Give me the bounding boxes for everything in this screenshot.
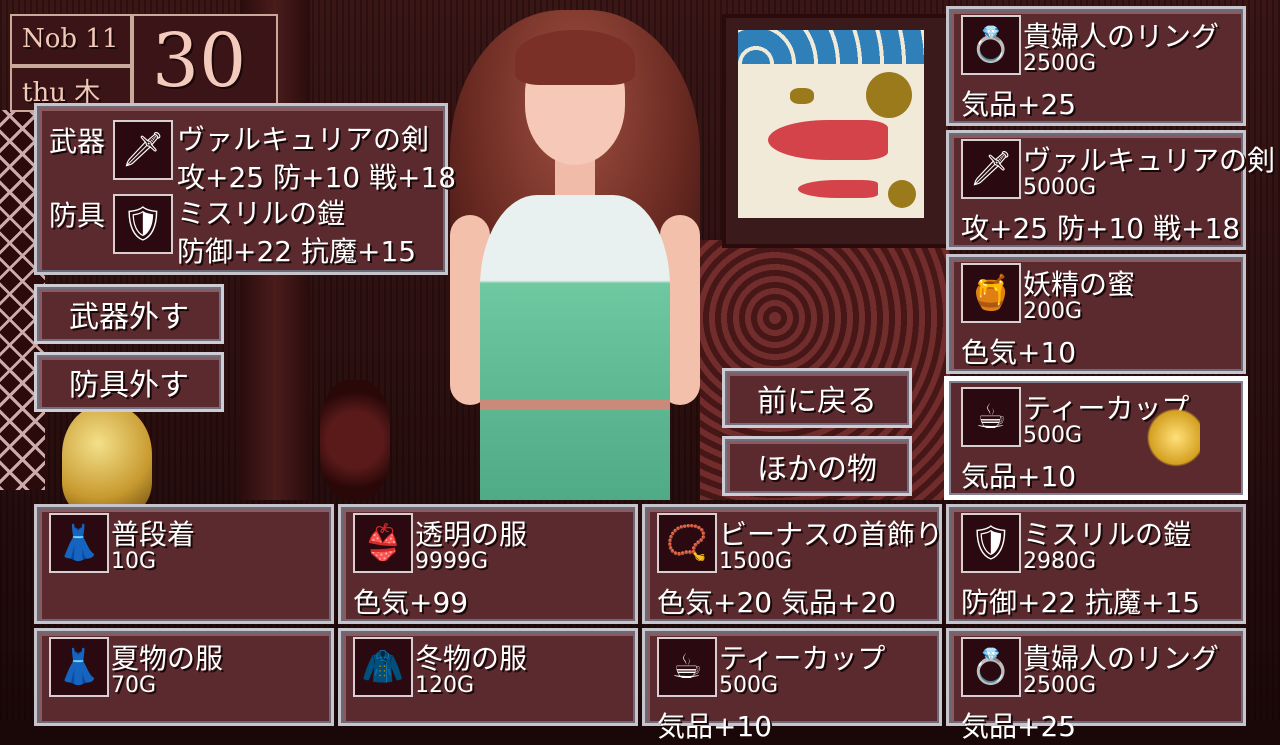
shop-item-card[interactable]: 💍 貴婦人のリング 2500G 気品+25: [946, 6, 1246, 126]
item-thumb: 💍: [961, 15, 1021, 75]
shop-item-card[interactable]: 👗 夏物の服 70G: [34, 628, 334, 726]
day-number: 30: [152, 18, 247, 104]
vase-image: [62, 405, 152, 515]
item-thumb: ☕: [961, 387, 1021, 447]
weapon-name: ヴァルキュリアの剣: [177, 123, 430, 156]
item-thumb: 💍: [961, 637, 1021, 697]
unequip-armor-button[interactable]: 防具外す: [34, 352, 224, 412]
item-thumb: 👙: [353, 513, 413, 573]
month-label: Nob 11: [22, 24, 119, 54]
summer-dress-icon: 👗: [57, 647, 101, 687]
teacup-icon: ☕: [671, 647, 703, 687]
item-thumb: 🛡: [961, 513, 1021, 573]
armor-name: ミスリルの鎧: [177, 197, 346, 230]
item-name: 貴婦人のリング: [1023, 642, 1220, 675]
unequip-weapon-label: 武器外す: [69, 300, 189, 335]
item-price: 10G: [111, 549, 157, 574]
item-stat: 気品+25: [961, 710, 1077, 743]
item-thumb: 📿: [657, 513, 717, 573]
item-stat: 色気+99: [353, 586, 469, 619]
unequip-weapon-button[interactable]: 武器外す: [34, 284, 224, 344]
item-name: 普段着: [111, 518, 196, 551]
month-box: Nob 11: [10, 14, 132, 66]
ring-icon: 💍: [969, 25, 1013, 65]
flower-arrangement: [320, 380, 390, 500]
item-name: 冬物の服: [415, 642, 528, 675]
item-thumb: ☕: [657, 637, 717, 697]
item-price: 2500G: [1023, 673, 1097, 698]
shop-item-card[interactable]: ☕ ティーカップ 500G 気品+10: [642, 628, 942, 743]
item-stat: 気品+10: [657, 710, 773, 743]
armor-icon: 🛡: [969, 523, 1013, 563]
armor-thumb: 🛡: [113, 194, 173, 254]
item-name: ヴァルキュリアの剣: [1023, 144, 1276, 177]
item-thumb: 👗: [49, 637, 109, 697]
other-items-button[interactable]: ほかの物: [722, 436, 912, 496]
armor-label: 防具: [49, 199, 106, 232]
sword-icon: 🗡: [969, 149, 1013, 189]
item-price: 2500G: [1023, 51, 1097, 76]
item-thumb: 🧥: [353, 637, 413, 697]
item-thumb: 🗡: [961, 139, 1021, 199]
day-box: 30: [132, 14, 278, 112]
item-price: 120G: [415, 673, 475, 698]
fish-painting: [722, 14, 952, 248]
weapon-stats: 攻+25 防+10 戦+18: [177, 161, 457, 194]
back-label: 前に戻る: [757, 384, 877, 419]
item-price: 200G: [1023, 299, 1083, 324]
sheer-dress-icon: 👙: [361, 523, 405, 563]
equipped-panel: 武器 🗡 ヴァルキュリアの剣 攻+25 防+10 戦+18 防具 🛡 ミスリルの…: [34, 103, 456, 275]
item-name: ビーナスの首飾り: [719, 518, 944, 551]
shop-item-card[interactable]: 💍 貴婦人のリング 2500G 気品+25: [946, 628, 1246, 743]
other-items-label: ほかの物: [757, 452, 877, 487]
item-price: 500G: [1023, 423, 1083, 448]
shop-item-card[interactable]: 🧥 冬物の服 120G: [338, 628, 638, 726]
item-price: 9999G: [415, 549, 489, 574]
item-stat: 気品+25: [961, 88, 1077, 121]
item-name: 妖精の蜜: [1023, 268, 1136, 301]
item-stat: 色気+20 気品+20: [657, 586, 897, 619]
item-name: 夏物の服: [111, 642, 224, 675]
item-price: 5000G: [1023, 175, 1097, 200]
shop-item-card[interactable]: 🍯 妖精の蜜 200G 色気+10: [946, 254, 1246, 374]
item-name: ミスリルの鎧: [1023, 518, 1192, 551]
honey-bottle-icon: 🍯: [969, 273, 1013, 313]
armor-stats: 防御+22 抗魔+15: [177, 235, 417, 268]
item-stat: 色気+10: [961, 336, 1077, 369]
item-thumb: 👗: [49, 513, 109, 573]
necklace-icon: 📿: [665, 523, 709, 563]
shop-item-card-selected[interactable]: ☕ ティーカップ 500G 気品+10: [946, 378, 1246, 498]
shop-item-card[interactable]: 👙 透明の服 9999G 色気+99: [338, 504, 638, 624]
teacup-icon: ☕: [975, 397, 1007, 437]
item-thumb: 🍯: [961, 263, 1021, 323]
winter-coat-icon: 🧥: [361, 647, 405, 687]
ring-icon: 💍: [969, 647, 1013, 687]
armor-icon: 🛡: [121, 204, 165, 244]
item-stat: 攻+25 防+10 戦+18: [961, 212, 1241, 245]
shop-item-card[interactable]: 👗 普段着 10G: [34, 504, 334, 624]
shop-item-card[interactable]: 🗡 ヴァルキュリアの剣 5000G 攻+25 防+10 戦+18: [946, 130, 1275, 250]
sword-icon: 🗡: [121, 130, 165, 170]
character-portrait: [420, 0, 730, 500]
item-stat: 気品+10: [961, 460, 1077, 493]
unequip-armor-label: 防具外す: [69, 368, 189, 403]
weapon-label: 武器: [49, 125, 106, 158]
item-name: 透明の服: [415, 518, 528, 551]
pink-dress-icon: 👗: [57, 523, 101, 563]
item-price: 500G: [719, 673, 779, 698]
scepter-cursor-icon: [1140, 405, 1200, 470]
weapon-thumb: 🗡: [113, 120, 173, 180]
item-stat: 防御+22 抗魔+15: [961, 586, 1201, 619]
item-price: 2980G: [1023, 549, 1097, 574]
item-name: ティーカップ: [719, 642, 886, 675]
item-name: 貴婦人のリング: [1023, 20, 1220, 53]
shop-item-card[interactable]: 📿 ビーナスの首飾り 1500G 色気+20 気品+20: [642, 504, 944, 624]
shop-item-card[interactable]: 🛡 ミスリルの鎧 2980G 防御+22 抗魔+15: [946, 504, 1246, 624]
item-price: 1500G: [719, 549, 793, 574]
back-button[interactable]: 前に戻る: [722, 368, 912, 428]
item-price: 70G: [111, 673, 157, 698]
